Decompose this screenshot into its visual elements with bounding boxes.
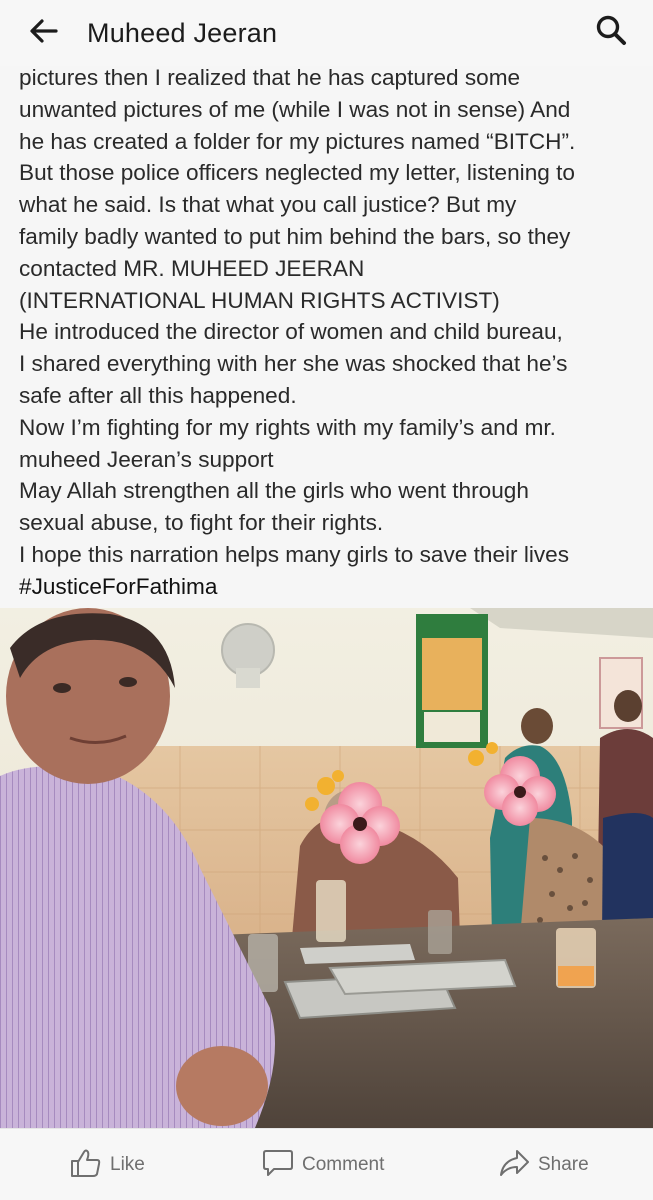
- post-text-line: muheed Jeeran’s support: [19, 446, 274, 472]
- comment-button[interactable]: Comment: [262, 1149, 384, 1181]
- post-text-line: family badly wanted to put him behind th…: [19, 223, 571, 249]
- post-text-line: (INTERNATIONAL HUMAN RIGHTS ACTIVIST): [19, 287, 500, 313]
- post-text-line: safe after all this happened.: [19, 382, 297, 408]
- like-button[interactable]: Like: [70, 1149, 145, 1181]
- post-text-line: what he said. Is that what you call just…: [19, 192, 517, 218]
- comment-label: Comment: [302, 1154, 385, 1175]
- like-label: Like: [110, 1154, 145, 1175]
- post-body: pictures then I realized that he has cap…: [0, 56, 653, 602]
- comment-icon: [262, 1148, 294, 1183]
- post-text-line: pictures then I realized that he has cap…: [19, 65, 521, 90]
- post-text-line: But those police officers neglected my l…: [19, 160, 575, 186]
- post-text-line: contacted MR. MUHEED JEERAN: [19, 255, 365, 281]
- share-arrow-icon: [498, 1148, 530, 1183]
- post-text-line: Now I’m fighting for my rights with my f…: [19, 414, 556, 440]
- hashtag-link[interactable]: #JusticeForFathima: [19, 571, 639, 602]
- post-text-line: sexual abuse, to fight for their rights.: [19, 510, 384, 536]
- post-text-line: He introduced the director of women and …: [19, 319, 563, 345]
- post-photo[interactable]: [0, 608, 653, 1128]
- post-text-block: pictures then I realized that he has cap…: [19, 62, 639, 602]
- post-actions-bar: Like Comment Share: [0, 1128, 653, 1200]
- page-title: Muheed Jeeran: [87, 18, 278, 48]
- post-text-line: I shared everything with her she was sho…: [19, 351, 568, 377]
- search-icon: [595, 14, 627, 51]
- post-view: Muheed Jeeran pictures then I realized t…: [0, 0, 653, 1200]
- top-bar: Muheed Jeeran: [0, 0, 653, 66]
- post-text-line: he has created a folder for my pictures …: [19, 128, 576, 154]
- post-text-line: May Allah strengthen all the girls who w…: [19, 478, 529, 504]
- arrow-left-icon: [28, 18, 58, 49]
- share-button[interactable]: Share: [498, 1149, 589, 1181]
- post-text-line: unwanted pictures of me (while I was not…: [19, 96, 571, 122]
- search-button[interactable]: [591, 12, 631, 52]
- thumbs-up-icon: [70, 1148, 102, 1183]
- back-button[interactable]: [24, 14, 62, 52]
- post-text-line: I hope this narration helps many girls t…: [19, 541, 570, 567]
- share-label: Share: [538, 1154, 589, 1175]
